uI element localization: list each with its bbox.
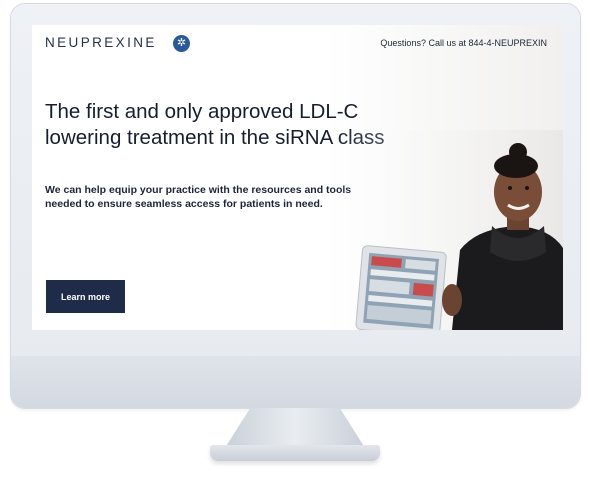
hero-photo xyxy=(332,130,563,330)
learn-more-button[interactable]: Learn more xyxy=(46,280,125,313)
monitor-screen: NEUPREXINE ✲ Questions? Call us at 844-4… xyxy=(32,25,563,330)
brand-wordmark[interactable]: NEUPREXINE xyxy=(45,35,157,50)
phone-contact[interactable]: Questions? Call us at 844-4-NEUPREXIN xyxy=(380,38,547,48)
monitor-stand-base xyxy=(210,445,380,461)
brand-logo-icon: ✲ xyxy=(173,35,190,52)
monitor-chin xyxy=(11,356,580,408)
hero-subcopy: We can help equip your practice with the… xyxy=(45,184,352,210)
monitor-stand-neck xyxy=(225,408,365,448)
